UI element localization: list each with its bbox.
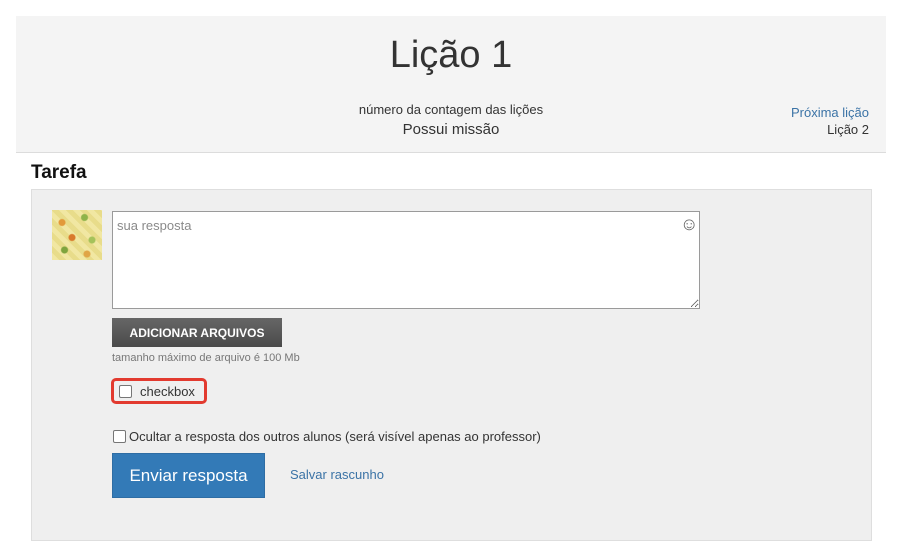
smiley-icon[interactable]: ☺ xyxy=(680,215,698,233)
send-answer-button[interactable]: Enviar resposta xyxy=(112,453,265,498)
hide-answers-label: Ocultar a resposta dos outros alunos (se… xyxy=(129,429,541,444)
add-files-button[interactable]: ADICIONAR ARQUIVOS xyxy=(112,318,282,347)
file-size-hint: tamanho máximo de arquivo é 100 Mb xyxy=(112,352,300,364)
checkbox-highlight: checkbox xyxy=(111,378,207,404)
next-lesson-name: Lição 2 xyxy=(827,122,869,137)
section-title: Tarefa xyxy=(31,162,87,183)
avatar xyxy=(52,210,102,260)
page-title: Lição 1 xyxy=(389,34,513,76)
answer-textarea[interactable] xyxy=(112,211,700,309)
hide-answers-checkbox[interactable] xyxy=(113,430,126,443)
task-panel: ☺ ADICIONAR ARQUIVOS tamanho máximo de a… xyxy=(31,189,872,541)
lesson-count-label: número da contagem das lições xyxy=(358,102,544,117)
next-lesson-link[interactable]: Próxima lição xyxy=(791,105,869,120)
lesson-header: Lição 1 número da contagem das lições Po… xyxy=(16,16,886,153)
mission-status: Possui missão xyxy=(402,121,500,138)
checkbox-label: checkbox xyxy=(140,384,195,399)
save-draft-link[interactable]: Salvar rascunho xyxy=(290,467,384,482)
checkbox[interactable] xyxy=(119,385,132,398)
